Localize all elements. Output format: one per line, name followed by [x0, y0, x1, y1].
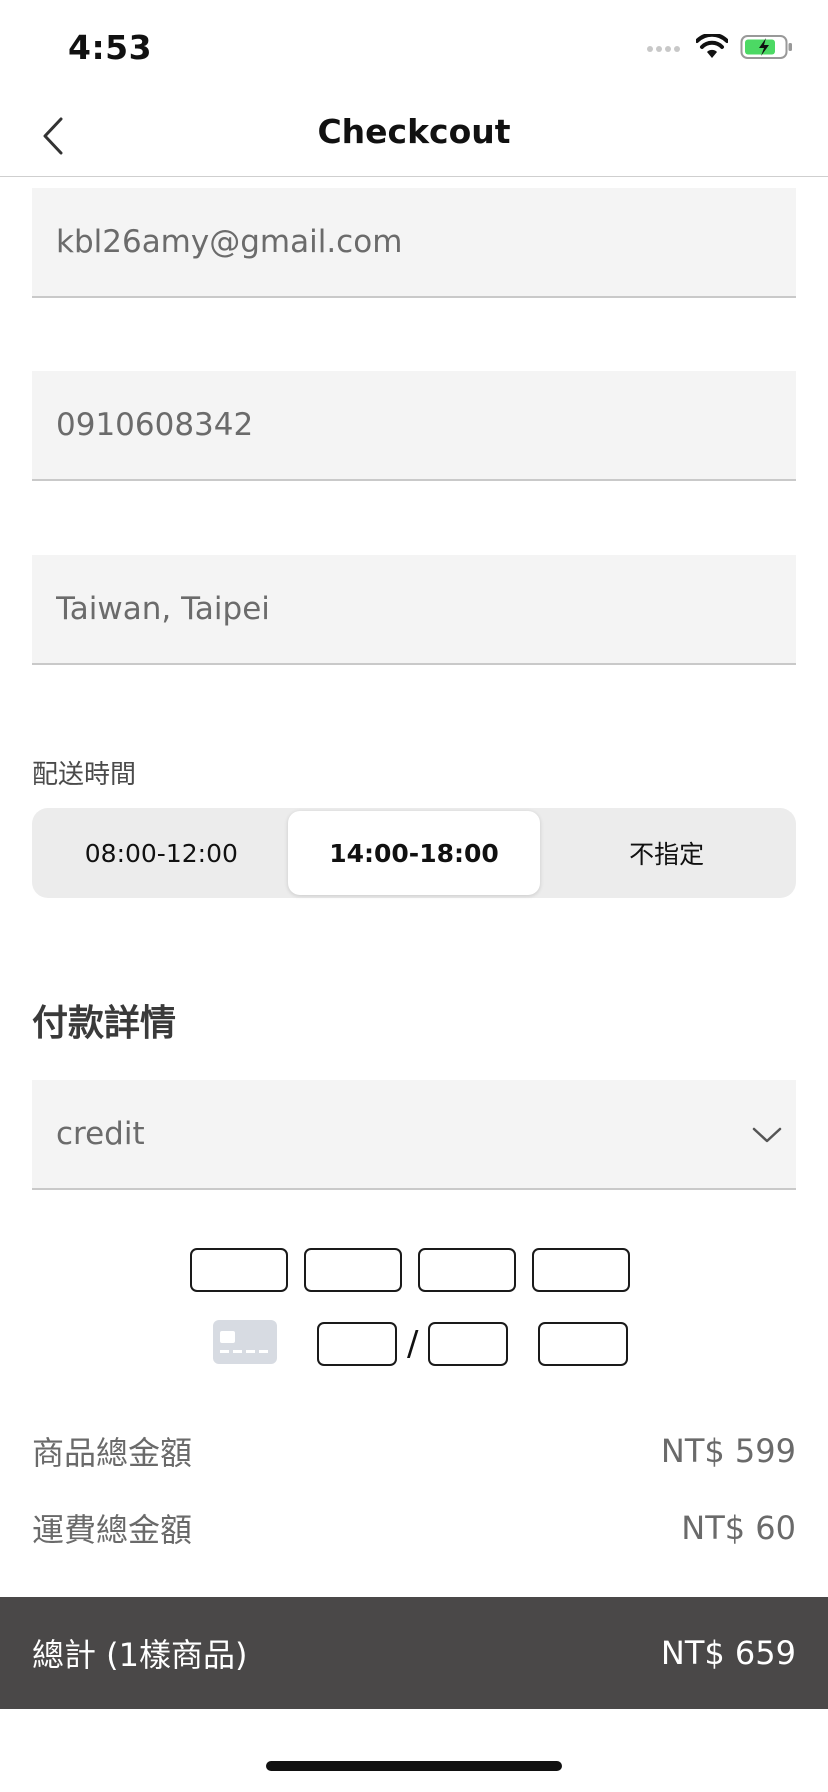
status-icons: [646, 32, 794, 64]
shipping-value: NT$ 60: [681, 1509, 796, 1547]
subtotal-label: 商品總金額: [32, 1434, 193, 1472]
payment-method-select[interactable]: credit: [32, 1080, 796, 1190]
card-expiry-row: /: [213, 1320, 629, 1368]
phone-field[interactable]: [32, 371, 796, 481]
status-bar: 4:53: [0, 0, 828, 100]
cvv-input[interactable]: [538, 1322, 629, 1366]
address-input[interactable]: [56, 555, 796, 663]
delivery-time-label: 配送時間: [32, 760, 137, 790]
card-number-group-1[interactable]: [190, 1248, 288, 1292]
shipping-label: 運費總金額: [32, 1511, 193, 1549]
delivery-time-segmented-control: 08:00-12:00 14:00-18:00 不指定: [32, 808, 796, 898]
expiry-separator: /: [407, 1324, 419, 1364]
payment-details-heading: 付款詳情: [32, 1003, 177, 1044]
phone-input[interactable]: [56, 371, 796, 479]
card-number-group-4[interactable]: [532, 1248, 630, 1292]
card-number-group-3[interactable]: [418, 1248, 516, 1292]
email-field[interactable]: [32, 188, 796, 298]
total-label: 總計 (1樣商品): [32, 1636, 248, 1674]
total-bar: 總計 (1樣商品) NT$ 659: [0, 1597, 828, 1709]
wifi-icon: [695, 32, 729, 64]
expiry-year-input[interactable]: [428, 1322, 509, 1366]
battery-charging-icon: [740, 34, 794, 64]
payment-method-value: credit: [56, 1116, 145, 1152]
card-number-row: [190, 1248, 630, 1292]
page-title: Checkcout: [317, 112, 511, 151]
shipping-row: 運費總金額 NT$ 60: [32, 1505, 796, 1551]
credit-card-icon: [213, 1320, 277, 1368]
delivery-option-afternoon[interactable]: 14:00-18:00: [287, 811, 541, 895]
total-value: NT$ 659: [660, 1634, 796, 1672]
home-indicator: [266, 1761, 562, 1771]
expiry-month-input[interactable]: [317, 1322, 397, 1366]
status-time: 4:53: [68, 28, 153, 67]
address-field[interactable]: [32, 555, 796, 665]
subtotal-value: NT$ 599: [660, 1432, 796, 1470]
navigation-bar: Checkcout: [0, 100, 828, 177]
signal-icon: [646, 40, 684, 59]
card-number-group-2[interactable]: [304, 1248, 402, 1292]
subtotal-row: 商品總金額 NT$ 599: [32, 1428, 796, 1474]
chevron-down-icon: [752, 1116, 782, 1152]
email-input[interactable]: [56, 188, 796, 296]
delivery-option-unspecified[interactable]: 不指定: [540, 811, 793, 895]
delivery-option-morning[interactable]: 08:00-12:00: [35, 811, 288, 895]
